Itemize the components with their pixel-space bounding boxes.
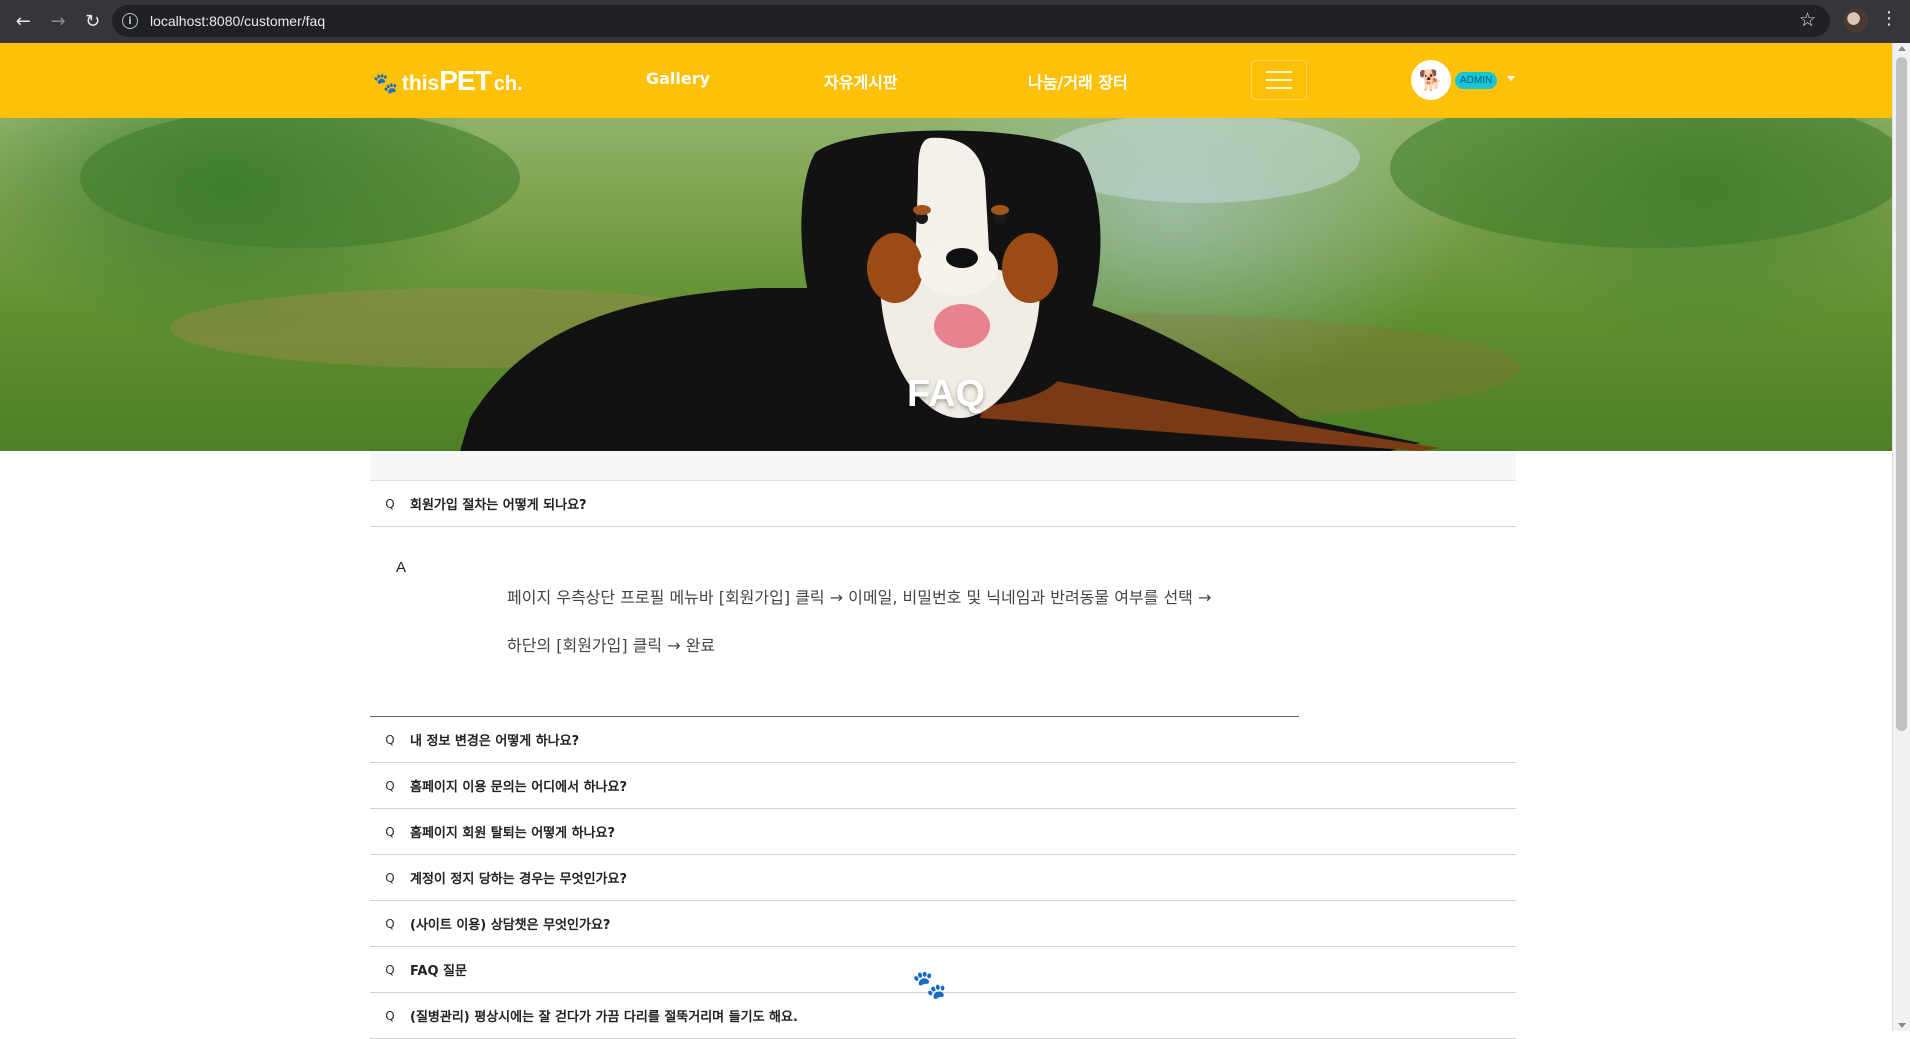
browser-toolbar: ← → ↻ i localhost:8080/customer/faq ☆ ⋮: [0, 0, 1910, 43]
hero-banner: FAQ: [0, 118, 1892, 451]
faq-question-item[interactable]: Q 홈페이지 이용 문의는 어디에서 하나요?: [370, 763, 1516, 809]
answer-text-line: 페이지 우측상단 프로필 메뉴바 [회원가입] 클릭 → 이메일, 비밀번호 및…: [507, 588, 1212, 607]
nav-link-market[interactable]: 나눔/거래 장터: [1028, 69, 1128, 93]
faq-accordion: Q 회원가입 절차는 어떻게 되나요? A 페이지 우측상단 프로필 메뉴바 […: [370, 451, 1516, 1039]
faq-question-item[interactable]: Q (사이트 이용) 상담챗은 무엇인가요?: [370, 901, 1516, 947]
faq-question-item[interactable]: Q 계정이 정지 당하는 경우는 무엇인가요?: [370, 855, 1516, 901]
paw-icon[interactable]: 🐾: [912, 968, 947, 1001]
faq-question-text: (질병관리) 평상시에는 잘 걷다가 가끔 다리를 절뚝거리며 들기도 해요.: [410, 1010, 798, 1025]
browser-profile-avatar[interactable]: [1844, 9, 1868, 33]
search-icon: Q: [385, 916, 395, 931]
paw-icon: 🐾: [373, 73, 398, 95]
search-icon: Q: [385, 824, 395, 839]
faq-question-text: 홈페이지 이용 문의는 어디에서 하나요?: [410, 780, 628, 795]
user-avatar[interactable]: 🐕: [1411, 60, 1451, 100]
scrollbar-thumb[interactable]: [1896, 57, 1907, 731]
hamburger-menu-button[interactable]: [1251, 60, 1307, 100]
faq-question-text: 홈페이지 회원 탈퇴는 어떻게 하나요?: [410, 826, 616, 841]
arrow-left-icon[interactable]: ←: [6, 4, 41, 40]
page-title: FAQ: [906, 373, 986, 415]
faq-question-item[interactable]: Q 홈페이지 회원 탈퇴는 어떻게 하나요?: [370, 809, 1516, 855]
faq-header-strip: [370, 451, 1516, 481]
faq-question-text: 내 정보 변경은 어떻게 하나요?: [410, 734, 580, 749]
page-scrollbar[interactable]: [1892, 43, 1910, 1031]
chevron-down-icon[interactable]: [1507, 76, 1515, 81]
faq-question-text: 회원가입 절차는 어떻게 되나요?: [410, 498, 587, 513]
site-logo[interactable]: 🐾 this PET ch.: [373, 65, 523, 97]
brand-this: this: [401, 72, 440, 95]
search-icon: Q: [385, 1008, 395, 1023]
faq-question-item[interactable]: Q 내 정보 변경은 어떻게 하나요?: [370, 717, 1516, 763]
faq-question-text: 계정이 정지 당하는 경우는 무엇인가요?: [410, 872, 628, 887]
hamburger-icon-bar: [1266, 71, 1292, 73]
browser-nav-buttons: ← → ↻: [0, 4, 110, 40]
address-bar[interactable]: i localhost:8080/customer/faq ☆: [112, 5, 1830, 37]
info-icon[interactable]: i: [122, 13, 138, 29]
arrow-right-icon[interactable]: →: [41, 4, 76, 40]
scroll-up-icon[interactable]: [1898, 46, 1906, 51]
nav-link-gallery[interactable]: Gallery: [646, 69, 710, 88]
brand-ch: ch.: [493, 73, 523, 95]
answer-divider: [370, 716, 1299, 717]
reload-icon[interactable]: ↻: [75, 4, 110, 40]
search-icon: Q: [385, 732, 395, 747]
faq-answer-panel: A 페이지 우측상단 프로필 메뉴바 [회원가입] 클릭 → 이메일, 비밀번호…: [370, 527, 1516, 717]
more-menu-icon[interactable]: ⋮: [1880, 8, 1898, 29]
bookmark-star-icon[interactable]: ☆: [1799, 9, 1816, 31]
faq-question-text: FAQ 질문: [410, 964, 467, 979]
site-navbar: 🐾 this PET ch. Gallery 자유게시판 나눔/거래 장터 🐕 …: [0, 43, 1892, 118]
answer-label: A: [396, 559, 407, 576]
hamburger-icon-bar: [1266, 79, 1292, 81]
admin-badge: ADMIN: [1455, 72, 1498, 89]
search-icon: Q: [385, 962, 395, 977]
search-icon: Q: [385, 778, 395, 793]
brand-pet: PET: [439, 65, 491, 96]
scroll-down-icon[interactable]: [1898, 1023, 1906, 1028]
faq-question-text: (사이트 이용) 상담챗은 무엇인가요?: [410, 918, 611, 933]
faq-question-item[interactable]: Q 회원가입 절차는 어떻게 되나요?: [370, 481, 1516, 527]
search-icon: Q: [385, 496, 395, 511]
hamburger-icon-bar: [1266, 87, 1292, 89]
nav-link-free-board[interactable]: 자유게시판: [824, 69, 898, 93]
search-icon: Q: [385, 870, 395, 885]
answer-text-line: 하단의 [회원가입] 클릭 → 완료: [507, 636, 716, 655]
url-text[interactable]: localhost:8080/customer/faq: [150, 13, 325, 29]
